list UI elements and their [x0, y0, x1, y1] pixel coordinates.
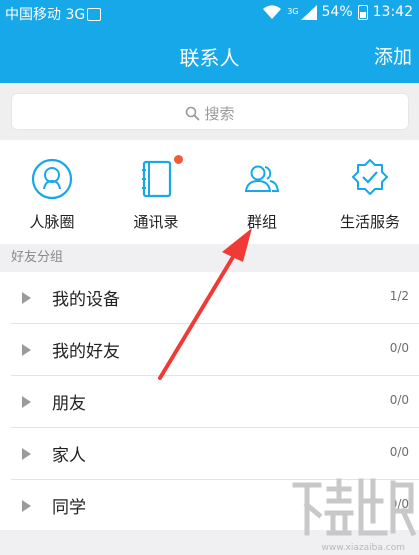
expand-arrow-icon	[22, 344, 31, 356]
address-book-icon	[142, 160, 172, 198]
quick-item-label: 群组	[246, 213, 277, 231]
watermark-url: www.xiazaiba.com	[321, 543, 405, 553]
network-type-label: 3G	[287, 7, 299, 16]
add-button[interactable]: 添加	[374, 42, 412, 69]
group-row[interactable]: 我的设备 1/2	[0, 272, 419, 324]
group-name: 我的设备	[52, 290, 120, 310]
search-area: 搜索	[0, 83, 419, 140]
sim-icon	[87, 8, 102, 21]
quick-item-contacts-circle[interactable]: 人脉圈	[0, 140, 104, 244]
group-count: 0/0	[389, 445, 409, 459]
group-row[interactable]: 朋友 0/0	[0, 376, 419, 428]
friend-groups-header: 好友分组	[0, 244, 419, 272]
status-icons: 3G 54% 13:42	[262, 4, 413, 20]
notification-badge	[174, 155, 183, 164]
group-count: 0/0	[389, 341, 409, 355]
search-input[interactable]: 搜索	[11, 93, 409, 130]
app-bar: 联系人 添加	[0, 25, 419, 83]
group-count: 1/2	[389, 289, 409, 303]
search-placeholder: 搜索	[204, 105, 235, 123]
clock: 13:42	[372, 4, 413, 20]
expand-arrow-icon	[22, 396, 31, 408]
watermark-glyph-icon	[292, 478, 417, 537]
group-name: 朋友	[52, 394, 86, 414]
person-circle-icon	[31, 158, 73, 200]
signal-icon	[300, 4, 317, 20]
carrier-label: 中国移动 3G	[5, 4, 102, 24]
watermark-logo: www.xiazaiba.com	[289, 471, 417, 555]
group-name: 家人	[52, 446, 86, 466]
group-name: 同学	[52, 498, 86, 518]
service-badge-icon	[352, 159, 388, 195]
battery-icon	[357, 4, 368, 20]
expand-arrow-icon	[22, 448, 31, 460]
group-row[interactable]: 我的好友 0/0	[0, 324, 419, 376]
quick-item-groups[interactable]: 群组	[210, 140, 314, 244]
status-bar: 中国移动 3G 3G 54% 13:42	[0, 0, 419, 25]
wifi-icon	[263, 4, 282, 19]
expand-arrow-icon	[22, 292, 31, 304]
expand-arrow-icon	[22, 500, 31, 512]
group-icon	[244, 165, 280, 192]
quick-item-label: 人脉圈	[29, 213, 75, 231]
battery-percent: 54%	[321, 4, 353, 20]
quick-item-label: 生活服务	[339, 213, 400, 231]
search-icon	[186, 106, 200, 121]
quick-item-address-book[interactable]: 通讯录	[104, 140, 208, 244]
group-name: 我的好友	[52, 342, 120, 362]
page-title: 联系人	[179, 46, 240, 70]
quick-item-life-services[interactable]: 生活服务	[318, 140, 419, 244]
group-count: 0/0	[389, 393, 409, 407]
quick-item-label: 通讯录	[133, 213, 179, 231]
quick-access-bar: 人脉圈 通讯录 群组 生活服务	[0, 140, 419, 244]
